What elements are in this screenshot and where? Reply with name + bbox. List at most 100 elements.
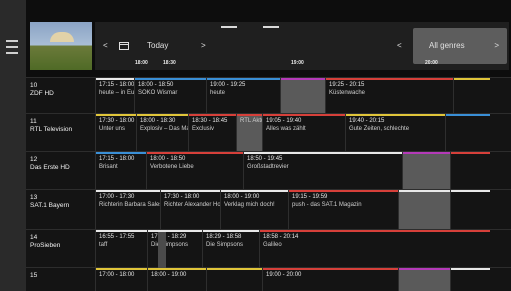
- program-time: 18:00 - 18:50: [150, 156, 186, 162]
- genre-color-bar: [221, 190, 288, 192]
- program-cell[interactable]: [450, 268, 490, 291]
- genre-color-bar: [147, 152, 243, 154]
- program-cell[interactable]: 18:00 - 19:00 Verklag mich doch!: [220, 190, 288, 230]
- program-title: Galileo: [263, 241, 282, 248]
- program-cell[interactable]: [453, 78, 490, 114]
- program-title: SOKO Wismar: [138, 89, 178, 96]
- genre-color-bar: [244, 152, 402, 154]
- program-cell[interactable]: 17:58 - 18:29 Die Simpsons: [147, 230, 202, 268]
- program-cell[interactable]: [280, 78, 325, 114]
- genre-color-bar: [454, 78, 490, 80]
- program-cell[interactable]: 17:00 - 18:00: [95, 268, 147, 291]
- channel-row: 11 RTL Television 17:30 - 18:00 Unter uns 18…: [26, 113, 511, 152]
- channel-number: 15: [30, 272, 38, 279]
- program-cell[interactable]: 18:00 - 18:30Explosiv – Das Magazin: [136, 114, 188, 152]
- genre-color-bar: [289, 190, 398, 192]
- program-title: heute – in Europa: [99, 89, 134, 96]
- program-time: 19:15 - 19:59: [292, 194, 328, 200]
- program-cell[interactable]: 18:00 - 18:50 SOKO Wismar: [134, 78, 206, 114]
- side-menu[interactable]: [0, 0, 26, 291]
- program-cell[interactable]: [402, 152, 450, 190]
- program-time: 18:00 - 19:00: [151, 272, 187, 278]
- program-title: Brisant: [99, 163, 118, 170]
- program-title: Verbotene Liebe: [150, 163, 194, 170]
- program-cell[interactable]: 17:30 - 18:00 Richter Alexander Hold: [160, 190, 220, 230]
- channel-name: ProSieben: [30, 242, 61, 249]
- genre-color-bar: [207, 78, 280, 80]
- program-cell[interactable]: 16:55 - 17:55 taff: [95, 230, 147, 268]
- program-cell[interactable]: 19:00 - 19:25 heute: [206, 78, 280, 114]
- program-title: Richter Alexander Hold: [164, 201, 220, 208]
- program-cell[interactable]: [398, 268, 450, 291]
- genre-color-bar: [207, 268, 262, 270]
- program-cell[interactable]: 18:58 - 20:14 Galileo: [259, 230, 490, 268]
- menu-icon[interactable]: [6, 40, 18, 54]
- program-title: Richterin Barbara Salesch: [99, 201, 160, 208]
- channel-label[interactable]: 12 Das Erste HD: [30, 156, 92, 172]
- program-time: 16:55 - 17:55: [99, 234, 135, 240]
- program-cell[interactable]: 17:15 - 18:00heute – in Europa: [95, 78, 134, 114]
- genre-color-bar: [446, 114, 490, 116]
- program-cell[interactable]: [206, 268, 262, 291]
- program-cell[interactable]: 19:05 - 19:40 Alles was zählt: [262, 114, 345, 152]
- genre-next-button[interactable]: >: [494, 28, 499, 64]
- program-title: Explosiv – Das Magazin: [140, 125, 188, 132]
- program-cell[interactable]: 19:15 - 19:59 push - das SAT.1 Magazin: [288, 190, 398, 230]
- genre-color-bar: [346, 114, 445, 116]
- time-tick: 19:00: [291, 60, 304, 66]
- program-cell[interactable]: 17:00 - 17:30Richterin Barbara Salesch: [95, 190, 160, 230]
- header-divider: [221, 26, 237, 28]
- channel-number: 10: [30, 82, 38, 89]
- channel-row: 14 ProSieben 16:55 - 17:55 taff 17:58 - 18:2…: [26, 229, 511, 268]
- program-title: taff: [99, 241, 108, 248]
- channel-name: SAT.1 Bayern: [30, 202, 70, 209]
- channel-label[interactable]: 13 SAT.1 Bayern: [30, 194, 92, 210]
- program-cell[interactable]: 18:29 - 18:58 Die Simpsons: [202, 230, 259, 268]
- program-cell[interactable]: 17:15 - 18:00 Brisant: [95, 152, 146, 190]
- program-title: Großstadtrevier: [247, 163, 289, 170]
- genre-color-bar: [260, 230, 490, 232]
- program-time: 19:25 - 20:15: [329, 82, 365, 88]
- program-time: 19:00 - 19:25: [210, 82, 246, 88]
- genre-label: All genres: [429, 41, 465, 50]
- program-cell[interactable]: [450, 152, 490, 190]
- program-cell[interactable]: 17:30 - 18:00 Unter uns: [95, 114, 136, 152]
- genre-color-bar: [161, 190, 220, 192]
- program-cell[interactable]: 18:00 - 18:50 Verbotene Liebe: [146, 152, 243, 190]
- program-cell[interactable]: [445, 114, 490, 152]
- genre-color-bar: [189, 114, 236, 116]
- program-title: Alles was zählt: [266, 125, 306, 132]
- program-time: 17:00 - 17:30: [99, 194, 135, 200]
- genre-color-bar: [326, 78, 453, 80]
- program-cell[interactable]: 18:00 - 19:00: [147, 268, 206, 291]
- program-time: 17:15 - 18:00: [99, 82, 134, 88]
- program-cell[interactable]: 19:00 - 20:00: [262, 268, 398, 291]
- channel-label[interactable]: 14 ProSieben: [30, 234, 92, 250]
- program-cell[interactable]: RTL Aktuell: [236, 114, 262, 152]
- program-cell[interactable]: 18:50 - 19:45 Großstadtrevier: [243, 152, 402, 190]
- program-cell[interactable]: 18:30 - 18:45 Exclusiv: [188, 114, 236, 152]
- genre-selector[interactable]: All genres >: [413, 28, 507, 64]
- genre-color-bar: [96, 190, 160, 192]
- program-cell[interactable]: [398, 190, 450, 230]
- program-cell[interactable]: 19:40 - 20:15 Gute Zeiten, schlechte: [345, 114, 445, 152]
- program-title: push - das SAT.1 Magazin: [292, 201, 362, 208]
- genre-color-bar: [135, 78, 206, 80]
- channel-label[interactable]: 11 RTL Television: [30, 118, 92, 134]
- channel-label[interactable]: 10 ZDF HD: [30, 82, 92, 98]
- live-preview-thumbnail[interactable]: [30, 22, 92, 70]
- program-cell[interactable]: [450, 190, 490, 230]
- program-cell[interactable]: 19:25 - 20:15 Küstenwache: [325, 78, 453, 114]
- genre-color-bar: [451, 190, 490, 192]
- channel-number: 13: [30, 194, 38, 201]
- genre-color-bar: [203, 230, 259, 232]
- program-time: 18:00 - 18:50: [138, 82, 174, 88]
- genre-color-bar: [399, 268, 450, 270]
- program-title: Gute Zeiten, schlechte: [349, 125, 410, 132]
- preview-image: [50, 32, 74, 42]
- channel-label[interactable]: 15: [30, 272, 92, 280]
- program-time: 18:30 - 18:45: [192, 118, 228, 124]
- scrollbar[interactable]: [158, 232, 166, 268]
- program-title: heute: [210, 89, 226, 96]
- genre-color-bar: [451, 152, 490, 154]
